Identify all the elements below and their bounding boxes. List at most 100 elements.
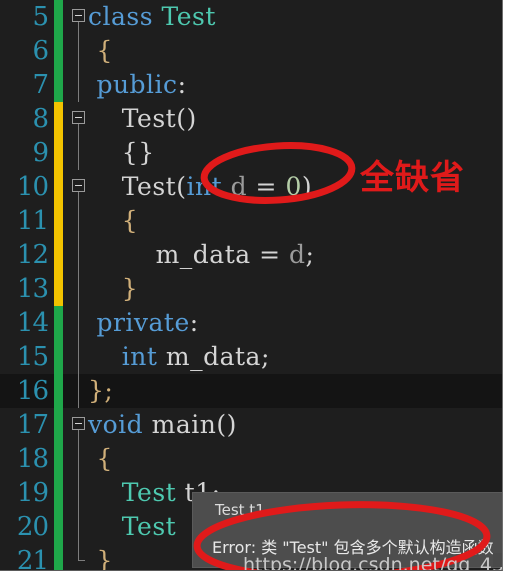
outlining-guide-line — [78, 544, 79, 561]
code-token: Test — [121, 172, 177, 201]
code-token: 0 — [285, 172, 302, 201]
code-line[interactable]: 15 int m_data; — [0, 340, 502, 374]
change-tracking-bar — [54, 238, 63, 272]
code-line[interactable]: 14 private: — [0, 306, 502, 340]
change-tracking-bar — [54, 374, 63, 408]
code-token: : — [177, 70, 187, 99]
code-line[interactable]: 17 void main() — [0, 408, 502, 442]
code-line[interactable]: 11 { — [0, 204, 502, 238]
code-line[interactable]: 13 } — [0, 272, 502, 306]
code-line[interactable]: 6 { — [0, 34, 502, 68]
change-tracking-bar — [54, 68, 63, 102]
outlining-column[interactable] — [70, 0, 88, 34]
code-line-text: int m_data; — [88, 340, 270, 374]
code-token: = — [247, 172, 286, 201]
code-token: d — [230, 172, 248, 201]
collapse-minus-icon[interactable] — [72, 179, 85, 192]
outlining-column[interactable] — [70, 34, 88, 68]
outlining-column[interactable] — [70, 170, 88, 204]
outlining-column[interactable] — [70, 408, 88, 442]
change-tracking-bar — [54, 136, 63, 170]
line-number: 15 — [16, 342, 49, 372]
code-lines-container: 5 class Test 6 {7 public: 8 Test() 9 {} 10 Te… — [0, 0, 502, 570]
outlining-column[interactable] — [70, 476, 88, 510]
code-line[interactable]: 18 { — [0, 442, 502, 476]
window-right-edge — [503, 0, 519, 585]
code-token: d — [289, 240, 306, 269]
outlining-guide-line — [78, 68, 79, 102]
code-token: private — [96, 308, 190, 337]
code-token: = — [250, 240, 289, 269]
code-line-text: m_data = d; — [88, 238, 314, 272]
outlining-guide-line — [78, 340, 79, 374]
line-number: 13 — [16, 274, 49, 304]
code-line[interactable]: 12 m_data = d; — [0, 238, 502, 272]
outlining-guide-line — [78, 306, 79, 340]
outlining-guide-line — [78, 442, 79, 476]
code-token: m_data; — [157, 342, 270, 371]
code-token: int — [186, 172, 223, 201]
code-line-text: { — [88, 34, 113, 68]
change-tracking-bar — [54, 340, 63, 374]
code-token: ) — [301, 172, 313, 201]
line-number: 11 — [16, 206, 49, 236]
code-line[interactable]: 16}; — [0, 374, 502, 408]
code-line-text: {} — [88, 136, 155, 170]
line-number: 20 — [16, 512, 49, 542]
outlining-guide-line — [78, 476, 79, 510]
outlining-column[interactable] — [70, 238, 88, 272]
outlining-column[interactable] — [70, 68, 88, 102]
line-number: 17 — [16, 410, 49, 440]
outlining-column[interactable] — [70, 544, 88, 570]
outlining-column[interactable] — [70, 204, 88, 238]
code-token: } — [121, 274, 139, 303]
code-editor-surface[interactable]: 5 class Test 6 {7 public: 8 Test() 9 {} 10 Te… — [0, 0, 503, 571]
code-token: { — [121, 206, 139, 235]
collapse-minus-icon[interactable] — [72, 417, 85, 430]
outlining-column[interactable] — [70, 306, 88, 340]
outlining-guide-line — [78, 510, 79, 544]
outlining-column[interactable] — [70, 374, 88, 408]
code-line[interactable]: 7 public: — [0, 68, 502, 102]
collapse-minus-icon[interactable] — [72, 111, 85, 124]
outlining-column[interactable] — [70, 510, 88, 544]
change-tracking-bar — [54, 0, 63, 34]
outlining-column[interactable] — [70, 340, 88, 374]
line-number: 10 — [16, 172, 49, 202]
code-token: Test — [121, 104, 177, 133]
outlining-column[interactable] — [70, 272, 88, 306]
outlining-column[interactable] — [70, 442, 88, 476]
code-line-text: { — [88, 442, 113, 476]
window-bottom-edge — [0, 571, 519, 585]
code-line-text: Test(int d = 0) — [88, 170, 312, 204]
code-line-text: }; — [88, 374, 113, 408]
change-tracking-bar — [54, 408, 63, 442]
code-line[interactable]: 5 class Test — [0, 0, 502, 34]
code-line-text: public: — [88, 68, 187, 102]
code-line-text: void main() — [88, 408, 237, 442]
change-tracking-bar — [54, 442, 63, 476]
collapse-minus-icon[interactable] — [72, 9, 85, 22]
outlining-column[interactable] — [70, 136, 88, 170]
code-line-text: Test — [88, 510, 176, 544]
change-tracking-bar — [54, 34, 63, 68]
outlining-guide-line — [78, 272, 79, 306]
line-number: 5 — [32, 2, 49, 32]
outlining-guide-line — [78, 204, 79, 238]
change-tracking-bar — [54, 510, 63, 544]
code-line[interactable]: 8 Test() — [0, 102, 502, 136]
code-line-text: Test() — [88, 102, 197, 136]
line-number: 12 — [16, 240, 49, 270]
vertical-scrollbar-thumb[interactable] — [493, 553, 502, 567]
outlining-guide-line — [78, 34, 79, 68]
outlining-column[interactable] — [70, 102, 88, 136]
code-token: { — [96, 36, 113, 65]
code-token: main — [151, 410, 217, 439]
handwritten-annotation-text: 全缺省 — [360, 158, 465, 198]
